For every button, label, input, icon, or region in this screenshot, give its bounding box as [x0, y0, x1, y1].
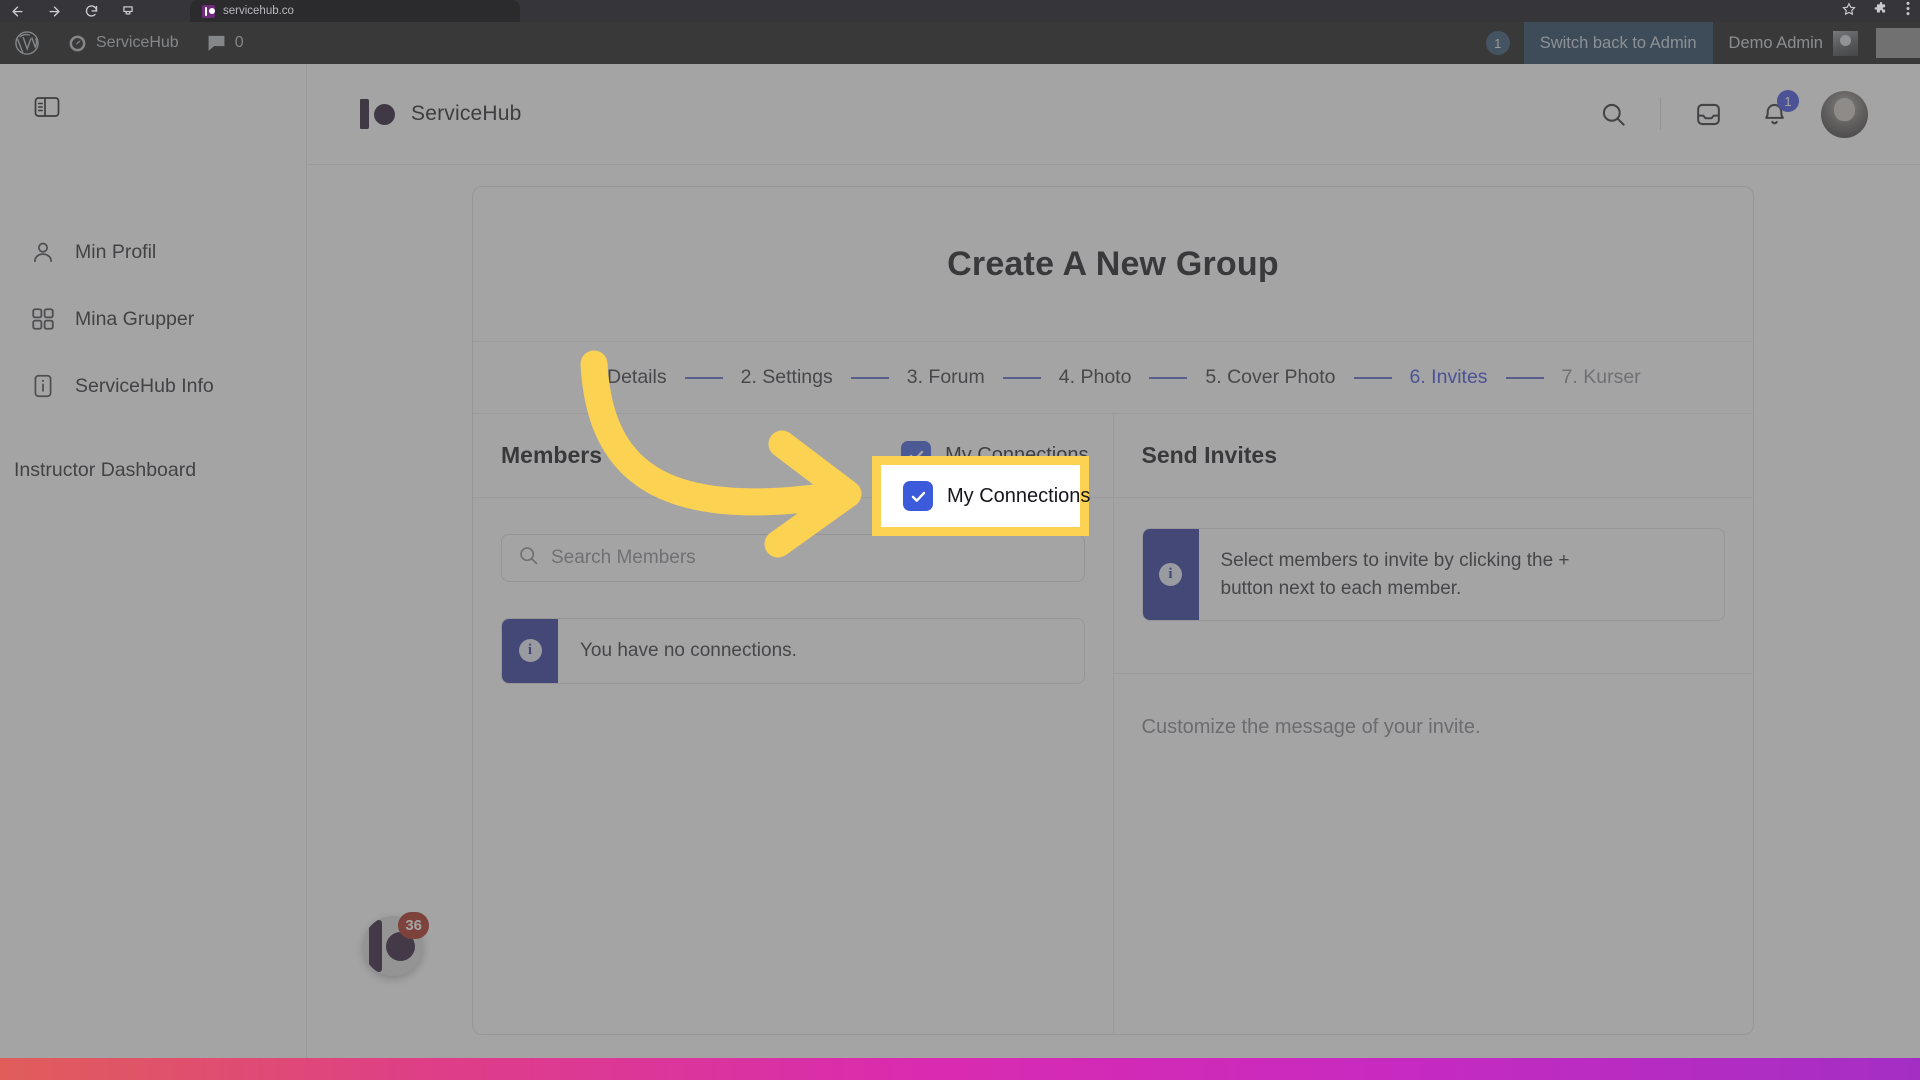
- select-members-notice-text: Select members to invite by clicking the…: [1220, 550, 1570, 599]
- browser-chrome: servicehub.co: [0, 0, 1920, 22]
- step-forum[interactable]: 3. Forum: [907, 366, 985, 389]
- browser-toolbar-right: [1842, 0, 1910, 22]
- step-separator: [1353, 376, 1392, 379]
- avatar[interactable]: [1821, 90, 1868, 138]
- user-icon: [30, 239, 56, 265]
- sidebar-item-label: ServiceHub Info: [75, 374, 214, 397]
- wizard-panels: Members My Connections Search Members i …: [473, 414, 1753, 1034]
- step-separator: [1505, 376, 1544, 379]
- members-panel: Members My Connections Search Members i …: [473, 414, 1114, 1034]
- adminbar-site-name[interactable]: ServiceHub: [54, 22, 193, 64]
- send-invites-panel-title: Send Invites: [1141, 442, 1277, 468]
- adminbar-user-menu[interactable]: Demo Admin: [1713, 22, 1870, 64]
- info-icon: i: [1142, 529, 1199, 621]
- bottom-gradient-bar: [0, 1058, 1920, 1080]
- sidebar-item-servicehub-info[interactable]: ServiceHub Info: [0, 362, 307, 410]
- chat-launcher-button[interactable]: 36: [363, 912, 429, 976]
- bell-badge: 1: [1777, 90, 1799, 112]
- browser-nav-buttons: [10, 0, 135, 22]
- browser-tab-strip: servicehub.co: [0, 0, 1920, 22]
- sidebar-item-label: Mina Grupper: [75, 307, 195, 330]
- switch-back-to-admin-button[interactable]: Switch back to Admin: [1523, 22, 1713, 64]
- info-card-icon: [30, 373, 56, 399]
- wizard-step-nav: 1. Details 2. Settings 3. Forum 4. Photo…: [473, 342, 1753, 414]
- header-divider: [1660, 98, 1661, 130]
- menu-kebab-icon[interactable]: [1906, 1, 1910, 21]
- card-header: Create A New Group: [473, 187, 1753, 342]
- search-icon[interactable]: [1594, 95, 1632, 133]
- no-connections-notice-text: You have no connections.: [580, 640, 797, 661]
- grid-icon: [30, 306, 56, 332]
- adminbar-comments[interactable]: 0: [193, 22, 258, 64]
- favicon-icon: [202, 4, 215, 18]
- tab-title: servicehub.co: [223, 5, 294, 17]
- invite-message-placeholder[interactable]: Customize the message of your invite.: [1142, 716, 1726, 739]
- adminbar-updates[interactable]: 1: [1472, 22, 1524, 64]
- step-separator: [684, 376, 723, 379]
- info-icon: i: [502, 619, 558, 683]
- sidebar-item-min-profil[interactable]: Min Profil: [0, 228, 307, 276]
- sidebar-item-label: Min Profil: [75, 240, 157, 263]
- adminbar-right-group: 1 Switch back to Admin Demo Admin: [1472, 22, 1920, 64]
- page-title: Create A New Group: [947, 244, 1279, 283]
- update-count-badge: 1: [1485, 31, 1510, 55]
- adminbar-user-name: Demo Admin: [1728, 33, 1823, 52]
- step-cover-photo[interactable]: 5. Cover Photo: [1205, 366, 1335, 389]
- header-actions: 1: [1594, 90, 1868, 138]
- comment-bubble-icon: [208, 35, 225, 51]
- bookmark-star-icon[interactable]: [1842, 1, 1856, 21]
- forward-arrow-icon[interactable]: [47, 4, 62, 19]
- brand-logo[interactable]: ServiceHub: [360, 99, 522, 129]
- members-panel-header: Members My Connections: [473, 414, 1113, 498]
- download-icon[interactable]: [121, 4, 135, 19]
- dashboard-gauge-icon: [69, 35, 86, 51]
- create-group-card: Create A New Group 1. Details 2. Setting…: [472, 186, 1754, 1035]
- step-kurser: 7. Kurser: [1561, 366, 1641, 388]
- my-connections-label: My Connections: [945, 444, 1089, 466]
- chat-unread-badge: 36: [398, 912, 429, 939]
- avatar: [1833, 30, 1858, 56]
- select-members-notice: i Select members to invite by clicking t…: [1141, 528, 1725, 622]
- servicehub-logo-icon: [360, 99, 398, 129]
- my-connections-toggle[interactable]: My Connections: [883, 429, 1112, 483]
- adminbar-comments-count: 0: [234, 34, 244, 51]
- adminbar-site-label: ServiceHub: [96, 34, 179, 51]
- invite-message-section: Customize the message of your invite.: [1113, 673, 1753, 781]
- step-photo[interactable]: 4. Photo: [1059, 366, 1132, 389]
- send-invites-panel: Send Invites i Select members to invite …: [1113, 414, 1753, 1034]
- brand-name: ServiceHub: [411, 102, 522, 125]
- checkmark-icon: [909, 450, 923, 461]
- no-connections-notice: i You have no connections.: [501, 618, 1085, 684]
- back-arrow-icon[interactable]: [10, 4, 25, 19]
- step-separator: [1002, 376, 1041, 379]
- search-members-field[interactable]: [501, 534, 1085, 582]
- extensions-icon[interactable]: [1874, 1, 1888, 21]
- wordpress-admin-bar: ServiceHub 0 1 Switch back to Admin Demo…: [0, 22, 1920, 64]
- app-header: ServiceHub 1: [307, 64, 1920, 165]
- sidebar-item-instructor-dashboard[interactable]: Instructor Dashboard: [14, 459, 196, 482]
- search-members-input[interactable]: [551, 547, 1068, 569]
- step-separator: [1149, 376, 1188, 379]
- app-sidebar: Min Profil Mina Grupper ServiceHub Info …: [0, 64, 307, 1080]
- browser-tab[interactable]: servicehub.co: [190, 0, 520, 22]
- adminbar-tail-spacer: [1876, 28, 1920, 58]
- reload-icon[interactable]: [84, 4, 99, 19]
- panel-toggle-icon[interactable]: [30, 90, 64, 124]
- step-details[interactable]: 1. Details: [585, 366, 666, 389]
- step-settings[interactable]: 2. Settings: [741, 366, 833, 389]
- inbox-icon[interactable]: [1689, 95, 1727, 133]
- members-panel-title: Members: [501, 442, 602, 468]
- bell-icon[interactable]: 1: [1755, 90, 1799, 133]
- content-area: ServiceHub 1 Create A New Group 1. Detai…: [307, 64, 1920, 1080]
- send-invites-panel-header: Send Invites: [1113, 414, 1753, 498]
- wordpress-logo-icon[interactable]: [0, 30, 54, 56]
- step-invites[interactable]: 6. Invites: [1410, 366, 1488, 389]
- sidebar-item-mina-grupper[interactable]: Mina Grupper: [0, 295, 307, 343]
- sidebar-nav: Min Profil Mina Grupper ServiceHub Info: [0, 228, 307, 429]
- my-connections-checkbox[interactable]: [901, 440, 932, 471]
- page-body: Min Profil Mina Grupper ServiceHub Info …: [0, 64, 1920, 1080]
- step-separator: [850, 376, 889, 379]
- search-icon: [518, 545, 539, 571]
